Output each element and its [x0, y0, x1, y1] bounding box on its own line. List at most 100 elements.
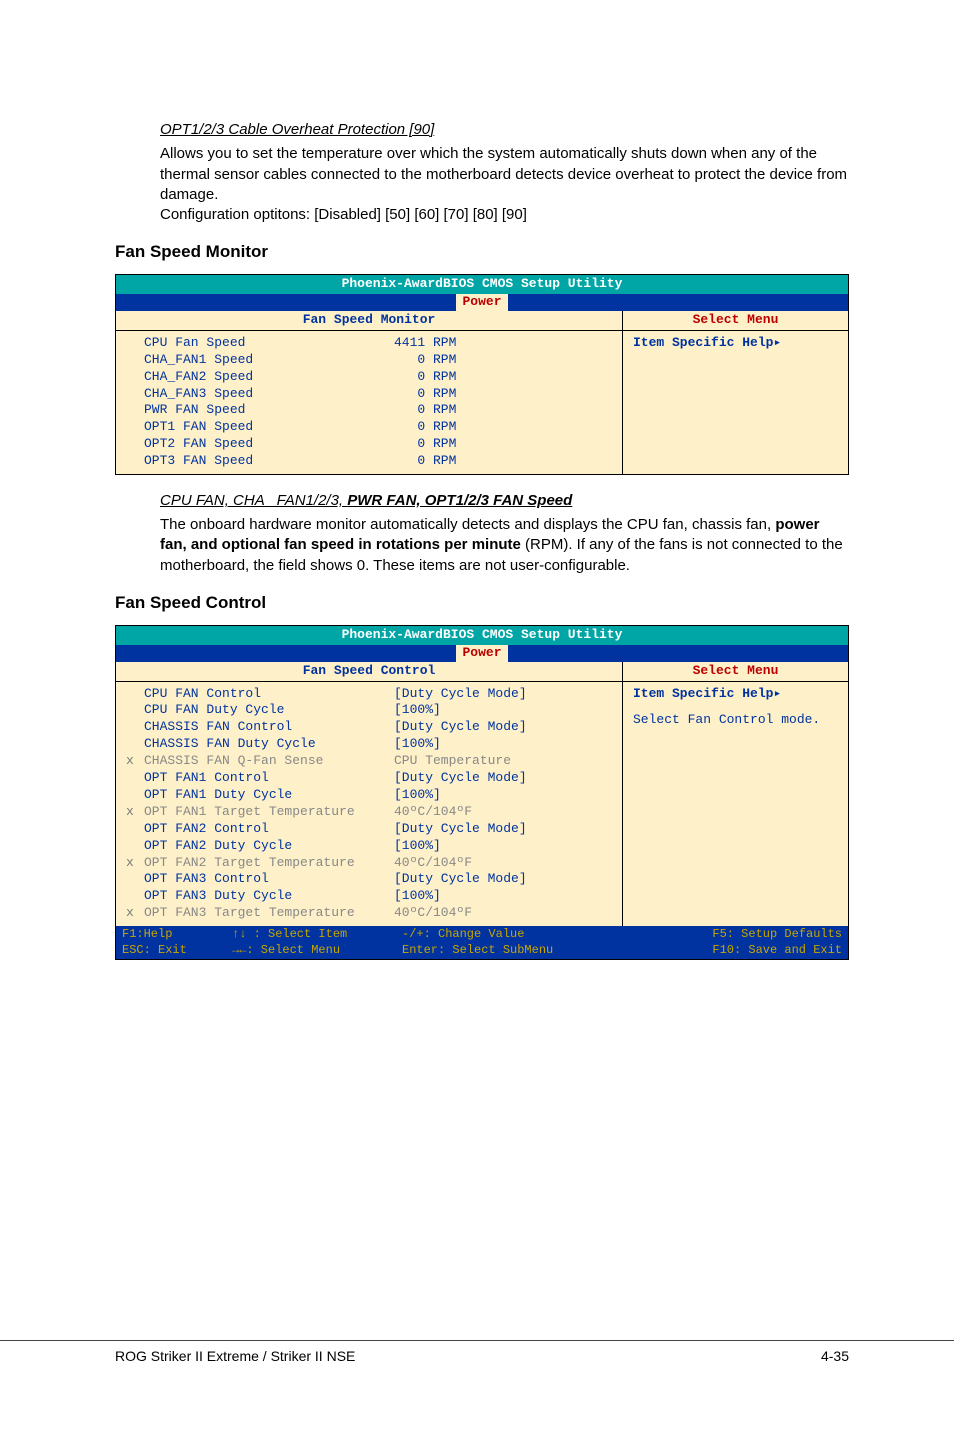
setting-value: 0 RPM — [394, 402, 612, 419]
setting-label: OPT FAN3 Target Temperature — [144, 905, 394, 922]
bios-setting-row: xOPT FAN2 Target Temperature40ºC/104ºF — [126, 855, 612, 872]
row-prefix — [126, 686, 144, 703]
setting-label: OPT FAN2 Control — [144, 821, 394, 838]
setting-value: 0 RPM — [394, 352, 612, 369]
bios-setting-row: CHA_FAN2 Speed 0 RPM — [126, 369, 612, 386]
setting-label: CHASSIS FAN Control — [144, 719, 394, 736]
setting-value: 0 RPM — [394, 419, 612, 436]
row-prefix: x — [126, 804, 144, 821]
setting-label: CHA_FAN3 Speed — [144, 386, 394, 403]
bios-tab-bar: Power — [116, 294, 848, 311]
setting-label: CPU FAN Duty Cycle — [144, 702, 394, 719]
section-heading-fan-speed-monitor: Fan Speed Monitor — [115, 241, 849, 264]
bios-help-panel: Item Specific Help▸ — [623, 331, 848, 474]
setting-label: OPT FAN3 Duty Cycle — [144, 888, 394, 905]
key-select-submenu: Enter: Select SubMenu — [402, 943, 612, 959]
bios-help-title: Item Specific Help — [633, 335, 773, 350]
section-heading-fan-speed-control: Fan Speed Control — [115, 592, 849, 615]
row-prefix — [126, 402, 144, 419]
text: CPU FAN, CHA _FAN1/2/3, — [160, 492, 347, 509]
footer-product: ROG Striker II Extreme / Striker II NSE — [115, 1347, 355, 1366]
setting-value: 0 RPM — [394, 453, 612, 470]
bios-setting-row[interactable]: OPT FAN3 Duty Cycle[100%] — [126, 888, 612, 905]
bios-select-menu-label: Select Menu — [623, 311, 848, 330]
setting-label: OPT FAN2 Duty Cycle — [144, 838, 394, 855]
bios-setting-row[interactable]: CPU FAN Control[Duty Cycle Mode] — [126, 686, 612, 703]
setting-value: 40ºC/104ºF — [394, 804, 612, 821]
chevron-right-icon: ▸ — [773, 686, 781, 701]
bios-tab-power[interactable]: Power — [456, 294, 507, 311]
setting-value: 40ºC/104ºF — [394, 855, 612, 872]
bios-setting-row: CHA_FAN1 Speed 0 RPM — [126, 352, 612, 369]
bios-setting-row[interactable]: OPT FAN3 Control[Duty Cycle Mode] — [126, 871, 612, 888]
bios-setting-row[interactable]: OPT FAN2 Duty Cycle[100%] — [126, 838, 612, 855]
row-prefix — [126, 871, 144, 888]
setting-value: [100%] — [394, 702, 612, 719]
row-prefix — [126, 888, 144, 905]
option-description-fan-speed: The onboard hardware monitor automatical… — [160, 515, 849, 576]
bios-setting-row: PWR FAN Speed 0 RPM — [126, 402, 612, 419]
bios-setting-row: OPT3 FAN Speed 0 RPM — [126, 453, 612, 470]
setting-label: OPT3 FAN Speed — [144, 453, 394, 470]
key-select-item: ↑↓ : Select Item — [232, 927, 402, 943]
row-prefix: x — [126, 905, 144, 922]
row-prefix — [126, 436, 144, 453]
row-prefix — [126, 352, 144, 369]
chevron-right-icon: ▸ — [773, 335, 781, 350]
bios-setting-row[interactable]: CPU FAN Duty Cycle[100%] — [126, 702, 612, 719]
bios-item-list: CPU FAN Control[Duty Cycle Mode]CPU FAN … — [116, 682, 623, 926]
setting-label: PWR FAN Speed — [144, 402, 394, 419]
bios-screen-fan-speed-control: Phoenix-AwardBIOS CMOS Setup Utility Pow… — [115, 625, 849, 960]
setting-value: [Duty Cycle Mode] — [394, 871, 612, 888]
key-help: F1:Help — [122, 927, 232, 943]
row-prefix — [126, 770, 144, 787]
text-bold: PWR FAN, OPT1/2/3 FAN Speed — [347, 492, 572, 509]
setting-value: [Duty Cycle Mode] — [394, 770, 612, 787]
bios-select-menu-label: Select Menu — [623, 662, 848, 681]
setting-value: [Duty Cycle Mode] — [394, 686, 612, 703]
text: Configuration optitons: [Disabled] [50] … — [160, 206, 527, 223]
key-exit: ESC: Exit — [122, 943, 232, 959]
option-heading-overheat: OPT1/2/3 Cable Overheat Protection [90] — [160, 120, 849, 140]
setting-value: 4411 RPM — [394, 335, 612, 352]
option-heading-fan-speed: CPU FAN, CHA _FAN1/2/3, PWR FAN, OPT1/2/… — [160, 491, 849, 511]
setting-value: [Duty Cycle Mode] — [394, 821, 612, 838]
setting-label: CPU FAN Control — [144, 686, 394, 703]
row-prefix — [126, 787, 144, 804]
bios-tab-power[interactable]: Power — [456, 645, 507, 662]
row-prefix — [126, 719, 144, 736]
setting-value: [100%] — [394, 736, 612, 753]
bios-setting-row[interactable]: CHASSIS FAN Control[Duty Cycle Mode] — [126, 719, 612, 736]
row-prefix — [126, 386, 144, 403]
key-save-exit: F10: Save and Exit — [612, 943, 842, 959]
bios-setting-row: CHA_FAN3 Speed 0 RPM — [126, 386, 612, 403]
setting-label: CHA_FAN1 Speed — [144, 352, 394, 369]
bios-setting-row[interactable]: OPT FAN1 Duty Cycle[100%] — [126, 787, 612, 804]
text: Allows you to set the temperature over w… — [160, 145, 847, 203]
setting-label: CHA_FAN2 Speed — [144, 369, 394, 386]
setting-value: 0 RPM — [394, 369, 612, 386]
setting-label: OPT FAN1 Duty Cycle — [144, 787, 394, 804]
bios-setting-row: OPT2 FAN Speed 0 RPM — [126, 436, 612, 453]
setting-label: CPU Fan Speed — [144, 335, 394, 352]
row-prefix: x — [126, 855, 144, 872]
key-setup-defaults: F5: Setup Defaults — [612, 927, 842, 943]
bios-screen-fan-speed-monitor: Phoenix-AwardBIOS CMOS Setup Utility Pow… — [115, 274, 849, 475]
setting-label: OPT FAN1 Target Temperature — [144, 804, 394, 821]
bios-setting-row[interactable]: OPT FAN1 Control[Duty Cycle Mode] — [126, 770, 612, 787]
option-description-overheat: Allows you to set the temperature over w… — [160, 144, 849, 225]
setting-value: [100%] — [394, 838, 612, 855]
bios-panel-title: Fan Speed Monitor — [116, 311, 623, 330]
bios-help-panel: Item Specific Help▸ Select Fan Control m… — [623, 682, 848, 926]
key-select-menu: →←: Select Menu — [232, 943, 402, 959]
bios-setting-row: CPU Fan Speed4411 RPM — [126, 335, 612, 352]
bios-setting-row[interactable]: CHASSIS FAN Duty Cycle[100%] — [126, 736, 612, 753]
setting-label: OPT FAN2 Target Temperature — [144, 855, 394, 872]
row-prefix — [126, 821, 144, 838]
bios-help-title: Item Specific Help — [633, 686, 773, 701]
setting-label: CHASSIS FAN Duty Cycle — [144, 736, 394, 753]
row-prefix: x — [126, 753, 144, 770]
bios-item-list: CPU Fan Speed4411 RPMCHA_FAN1 Speed 0 RP… — [116, 331, 623, 474]
bios-setting-row[interactable]: OPT FAN2 Control[Duty Cycle Mode] — [126, 821, 612, 838]
setting-value: 40ºC/104ºF — [394, 905, 612, 922]
